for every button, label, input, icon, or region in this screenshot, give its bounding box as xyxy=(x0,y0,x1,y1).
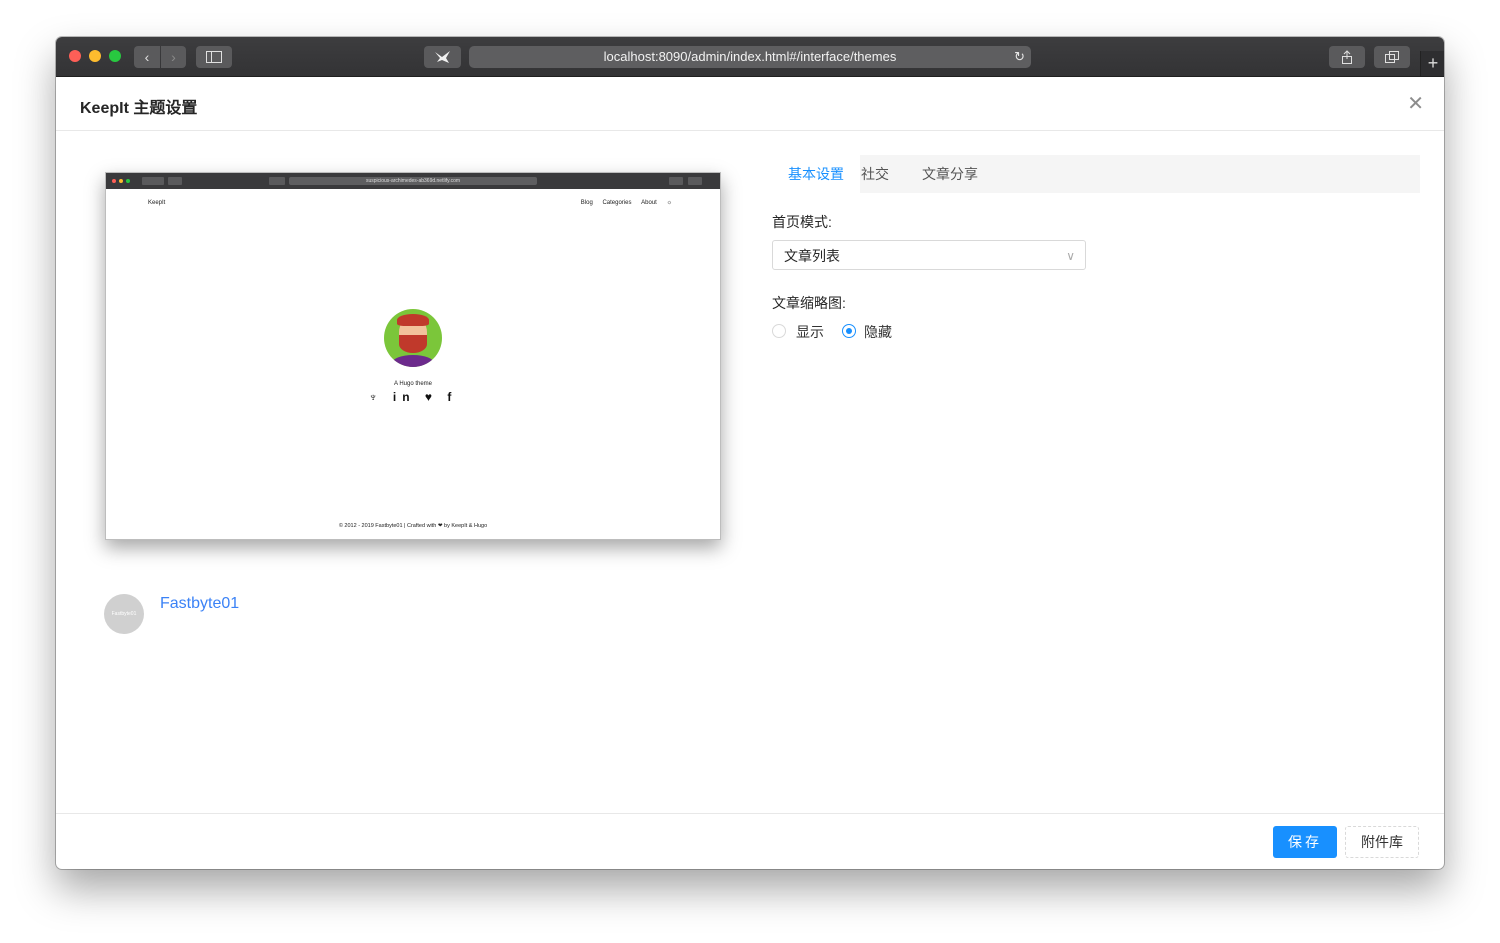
preview-share-button xyxy=(669,177,683,185)
preview-nav: Blog Categories About ☼ xyxy=(573,200,672,206)
sidebar-toggle-button[interactable] xyxy=(196,46,232,68)
preview-nav-about: About xyxy=(641,200,657,206)
preview-brand: KeepIt xyxy=(148,200,166,206)
extension-button[interactable] xyxy=(424,46,461,68)
preview-browser-bar: suspicious-archimedes-ab369d.netlify.com xyxy=(106,173,720,189)
preview-yellow-dot xyxy=(119,179,123,183)
avatar-shirt xyxy=(392,355,434,367)
preview-theme-toggle-icon: ☼ xyxy=(666,200,673,206)
chevron-down-icon: ∨ xyxy=(1066,249,1075,263)
author-link[interactable]: Fastbyte01 xyxy=(160,595,239,613)
sidebar-icon xyxy=(206,51,222,63)
address-bar[interactable]: localhost:8090/admin/index.html#/interfa… xyxy=(469,46,1031,68)
modal-header: KeepIt 主题设置 ✕ xyxy=(56,77,1444,131)
preview-tabs-button xyxy=(688,177,702,185)
preview-sidebar-button xyxy=(168,177,182,185)
radio-show-label[interactable]: 显示 xyxy=(796,322,824,342)
preview-url: suspicious-archimedes-ab369d.netlify.com xyxy=(289,177,537,185)
minimize-window-button[interactable] xyxy=(89,50,101,62)
close-icon[interactable]: ✕ xyxy=(1407,91,1424,116)
new-tab-button[interactable]: + xyxy=(1420,51,1444,76)
tabs-icon xyxy=(1385,51,1399,63)
browser-titlebar: ‹ › localhost:8090/admin/index.html#/int… xyxy=(56,37,1444,77)
preview-bird-button xyxy=(269,177,285,185)
home-mode-label: 首页模式: xyxy=(772,214,832,230)
preview-avatar xyxy=(384,309,442,367)
preview-social-icons: ♆ in ♥ f xyxy=(368,390,458,404)
home-mode-select[interactable]: 文章列表 ∨ xyxy=(772,240,1086,270)
thumbnail-label: 文章缩略图: xyxy=(772,295,846,311)
preview-nav-blog: Blog xyxy=(580,200,593,206)
settings-tabs: 基本设置 社交 文章分享 xyxy=(772,155,1420,193)
tab-basic-settings[interactable]: 基本设置 xyxy=(772,155,860,193)
preview-nav-categories: Categories xyxy=(602,200,632,206)
bird-icon xyxy=(434,51,450,63)
tab-article-share[interactable]: 文章分享 xyxy=(922,155,978,193)
browser-window: ‹ › localhost:8090/admin/index.html#/int… xyxy=(56,37,1444,869)
home-mode-value: 文章列表 xyxy=(784,248,840,264)
preview-nav-buttons xyxy=(142,177,164,185)
back-button[interactable]: ‹ xyxy=(134,46,160,68)
preview-footer: © 2012 - 2019 Fastbyte01 | Crafted with … xyxy=(338,523,488,529)
forward-button[interactable]: › xyxy=(161,46,186,68)
chevron-right-icon: › xyxy=(171,49,176,65)
tab-social[interactable]: 社交 xyxy=(861,155,889,193)
save-button[interactable]: 保存 xyxy=(1273,826,1337,858)
show-tabs-button[interactable] xyxy=(1374,46,1410,68)
avatar-beard xyxy=(399,335,427,353)
radio-hide[interactable] xyxy=(842,324,856,338)
reload-icon[interactable]: ↻ xyxy=(1014,46,1025,68)
close-window-button[interactable] xyxy=(69,50,81,62)
theme-preview-image: suspicious-archimedes-ab369d.netlify.com… xyxy=(105,172,721,540)
preview-red-dot xyxy=(112,179,116,183)
preview-tagline: A Hugo theme xyxy=(393,381,433,387)
radio-hide-label[interactable]: 隐藏 xyxy=(864,322,892,342)
share-icon xyxy=(1342,50,1352,64)
url-text: localhost:8090/admin/index.html#/interfa… xyxy=(603,49,897,64)
radio-show[interactable] xyxy=(772,324,786,338)
author-avatar: Fastbyte01 xyxy=(104,594,144,634)
preview-green-dot xyxy=(126,179,130,183)
share-button[interactable] xyxy=(1329,46,1365,68)
attachments-button[interactable]: 附件库 xyxy=(1345,826,1419,858)
modal-title: KeepIt 主题设置 xyxy=(80,100,198,117)
modal-footer: 保存 附件库 xyxy=(56,813,1444,869)
avatar-hair xyxy=(397,314,429,326)
chevron-left-icon: ‹ xyxy=(144,49,150,65)
maximize-window-button[interactable] xyxy=(109,50,121,62)
